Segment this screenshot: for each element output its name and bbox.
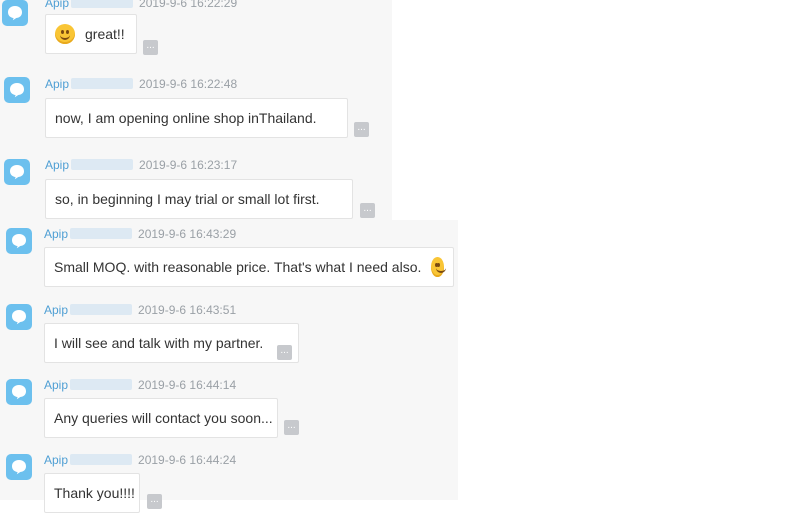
message-text: I will see and talk with my partner.: [54, 335, 264, 351]
message-text: now, I am opening online shop inThailand…: [55, 110, 317, 126]
sender-name[interactable]: Apip: [45, 77, 69, 91]
sender-name-redacted: [70, 454, 133, 465]
message-timestamp: 2019-9-6 16:22:29: [139, 0, 238, 10]
avatar[interactable]: [6, 304, 32, 330]
sender-name-redacted: [71, 0, 134, 8]
more-options-button[interactable]: ...: [354, 122, 369, 137]
chat-bubble-icon: [12, 234, 26, 249]
sender-name[interactable]: Apip: [44, 453, 68, 467]
message-meta: Apip 2019-9-6 16:44:14: [44, 378, 236, 392]
message-timestamp: 2019-9-6 16:43:51: [138, 303, 237, 317]
message-text: so, in beginning I may trial or small lo…: [55, 191, 320, 207]
message-text: Any queries will contact you soon...: [54, 410, 273, 426]
avatar[interactable]: [2, 0, 28, 26]
chat-bubble-icon: [8, 6, 22, 21]
sender-name-redacted: [70, 228, 133, 239]
sender-name[interactable]: Apip: [44, 227, 68, 241]
avatar[interactable]: [4, 159, 30, 185]
message-meta: Apip 2019-9-6 16:43:51: [44, 303, 236, 317]
message-meta: Apip 2019-9-6 16:22:48: [45, 77, 237, 91]
avatar[interactable]: [6, 228, 32, 254]
avatar[interactable]: [4, 77, 30, 103]
message-text: great!!: [85, 26, 125, 42]
sender-name-redacted: [70, 379, 133, 390]
sender-name[interactable]: Apip: [44, 303, 68, 317]
smiley-emoji-icon: [431, 257, 447, 277]
sender-name[interactable]: Apip: [45, 158, 69, 172]
message-meta: Apip 2019-9-6 16:23:17: [45, 158, 237, 172]
message-bubble[interactable]: I will see and talk with my partner.: [44, 323, 299, 363]
message-timestamp: 2019-9-6 16:23:17: [139, 158, 238, 172]
message-bubble[interactable]: now, I am opening online shop inThailand…: [45, 98, 348, 138]
sender-name[interactable]: Apip: [44, 378, 68, 392]
chat-bubble-icon: [12, 385, 26, 400]
message-text: Small MOQ. with reasonable price. That's…: [54, 259, 422, 275]
chat-bubble-icon: [12, 460, 26, 475]
message-timestamp: 2019-9-6 16:22:48: [139, 77, 238, 91]
emoji-mouth: [60, 32, 70, 40]
message-bubble[interactable]: Small MOQ. with reasonable price. That's…: [44, 247, 454, 287]
sender-name[interactable]: Apip: [45, 0, 69, 10]
message-timestamp: 2019-9-6 16:43:29: [138, 227, 237, 241]
sender-name-redacted: [71, 78, 134, 89]
message-meta: Apip 2019-9-6 16:22:29: [45, 0, 237, 10]
chat-bubble-icon: [12, 310, 26, 325]
more-options-button[interactable]: ...: [143, 40, 158, 55]
sender-name-redacted: [70, 304, 133, 315]
sender-name-redacted: [71, 159, 134, 170]
message-bubble[interactable]: so, in beginning I may trial or small lo…: [45, 179, 353, 219]
more-options-button[interactable]: ...: [277, 345, 292, 360]
message-timestamp: 2019-9-6 16:44:14: [138, 378, 237, 392]
message-meta: Apip 2019-9-6 16:43:29: [44, 227, 236, 241]
message-bubble[interactable]: Any queries will contact you soon...: [44, 398, 278, 438]
message-text: Thank you!!!!: [54, 485, 135, 501]
message-meta: Apip 2019-9-6 16:44:24: [44, 453, 236, 467]
avatar[interactable]: [6, 379, 32, 405]
chat-bubble-icon: [10, 83, 24, 98]
message-timestamp: 2019-9-6 16:44:24: [138, 453, 237, 467]
more-options-button[interactable]: ...: [360, 203, 375, 218]
smiley-emoji-icon: [55, 24, 75, 44]
message-bubble[interactable]: Thank you!!!!: [44, 473, 140, 513]
more-options-button[interactable]: ...: [284, 420, 299, 435]
more-options-button[interactable]: ...: [147, 494, 162, 509]
chat-bubble-icon: [10, 165, 24, 180]
message-bubble[interactable]: great!!: [45, 14, 137, 54]
avatar[interactable]: [6, 454, 32, 480]
emoji-mouth: [436, 265, 447, 273]
